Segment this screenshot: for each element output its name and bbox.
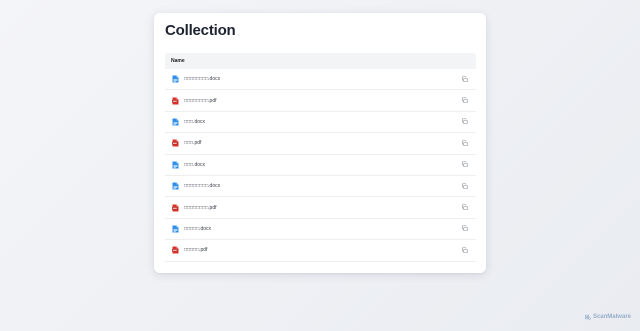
column-header-name: Name <box>171 58 185 64</box>
pdf-file-icon <box>172 97 179 105</box>
table-header: Name <box>165 53 476 69</box>
file-name[interactable]: □□□□□□□□.docx <box>184 183 220 189</box>
table-row[interactable]: □□□□□□□□.pdf <box>165 90 476 112</box>
file-table: Name □□□□□□□□.docx □□□□□□□□.pdf □□□.docx □□… <box>165 53 476 262</box>
docx-file-icon <box>172 182 179 190</box>
docx-file-icon <box>172 161 179 169</box>
collection-card: Collection Name □□□□□□□□.docx □□□□□□□□.pd… <box>154 13 486 273</box>
table-body: □□□□□□□□.docx □□□□□□□□.pdf □□□.docx □□□.pdf… <box>165 69 476 262</box>
pdf-file-icon <box>172 246 179 254</box>
copy-icon[interactable] <box>461 225 468 232</box>
pdf-file-icon <box>172 139 179 147</box>
file-name[interactable]: □□□.pdf <box>184 140 201 146</box>
table-row[interactable]: □□□□□□□□.docx <box>165 69 476 91</box>
table-row[interactable]: □□□□□□□□.docx <box>165 176 476 198</box>
page-title: Collection <box>165 22 236 39</box>
watermark: ScanMalware <box>585 314 631 320</box>
file-name[interactable]: □□□□□.docx <box>184 226 211 232</box>
copy-icon[interactable] <box>461 118 468 125</box>
copy-icon[interactable] <box>461 247 468 254</box>
watermark-text: ScanMalware <box>592 314 631 320</box>
docx-file-icon <box>172 225 179 233</box>
copy-icon[interactable] <box>461 140 468 147</box>
table-row[interactable]: □□□□□□□□.pdf <box>165 197 476 219</box>
table-row[interactable]: □□□□□.docx <box>165 219 476 241</box>
docx-file-icon <box>172 118 179 126</box>
copy-icon[interactable] <box>461 161 468 168</box>
copy-icon[interactable] <box>461 183 468 190</box>
table-row[interactable]: □□□.docx <box>165 155 476 176</box>
file-name[interactable]: □□□.docx <box>184 119 205 125</box>
file-name[interactable]: □□□□□□□□.docx <box>184 76 220 82</box>
docx-file-icon <box>172 75 179 83</box>
file-name[interactable]: □□□□□□□□.pdf <box>184 205 217 211</box>
scanmalware-logo-icon <box>585 314 591 320</box>
pdf-file-icon <box>172 204 179 212</box>
file-name[interactable]: □□□□□.pdf <box>184 247 207 253</box>
copy-icon[interactable] <box>461 204 468 211</box>
table-row[interactable]: □□□□□.pdf <box>165 240 476 262</box>
file-name[interactable]: □□□.docx <box>184 162 205 168</box>
table-row[interactable]: □□□.docx <box>165 112 476 134</box>
file-name[interactable]: □□□□□□□□.pdf <box>184 98 217 104</box>
copy-icon[interactable] <box>461 97 468 104</box>
copy-icon[interactable] <box>461 76 468 83</box>
table-row[interactable]: □□□.pdf <box>165 133 476 155</box>
